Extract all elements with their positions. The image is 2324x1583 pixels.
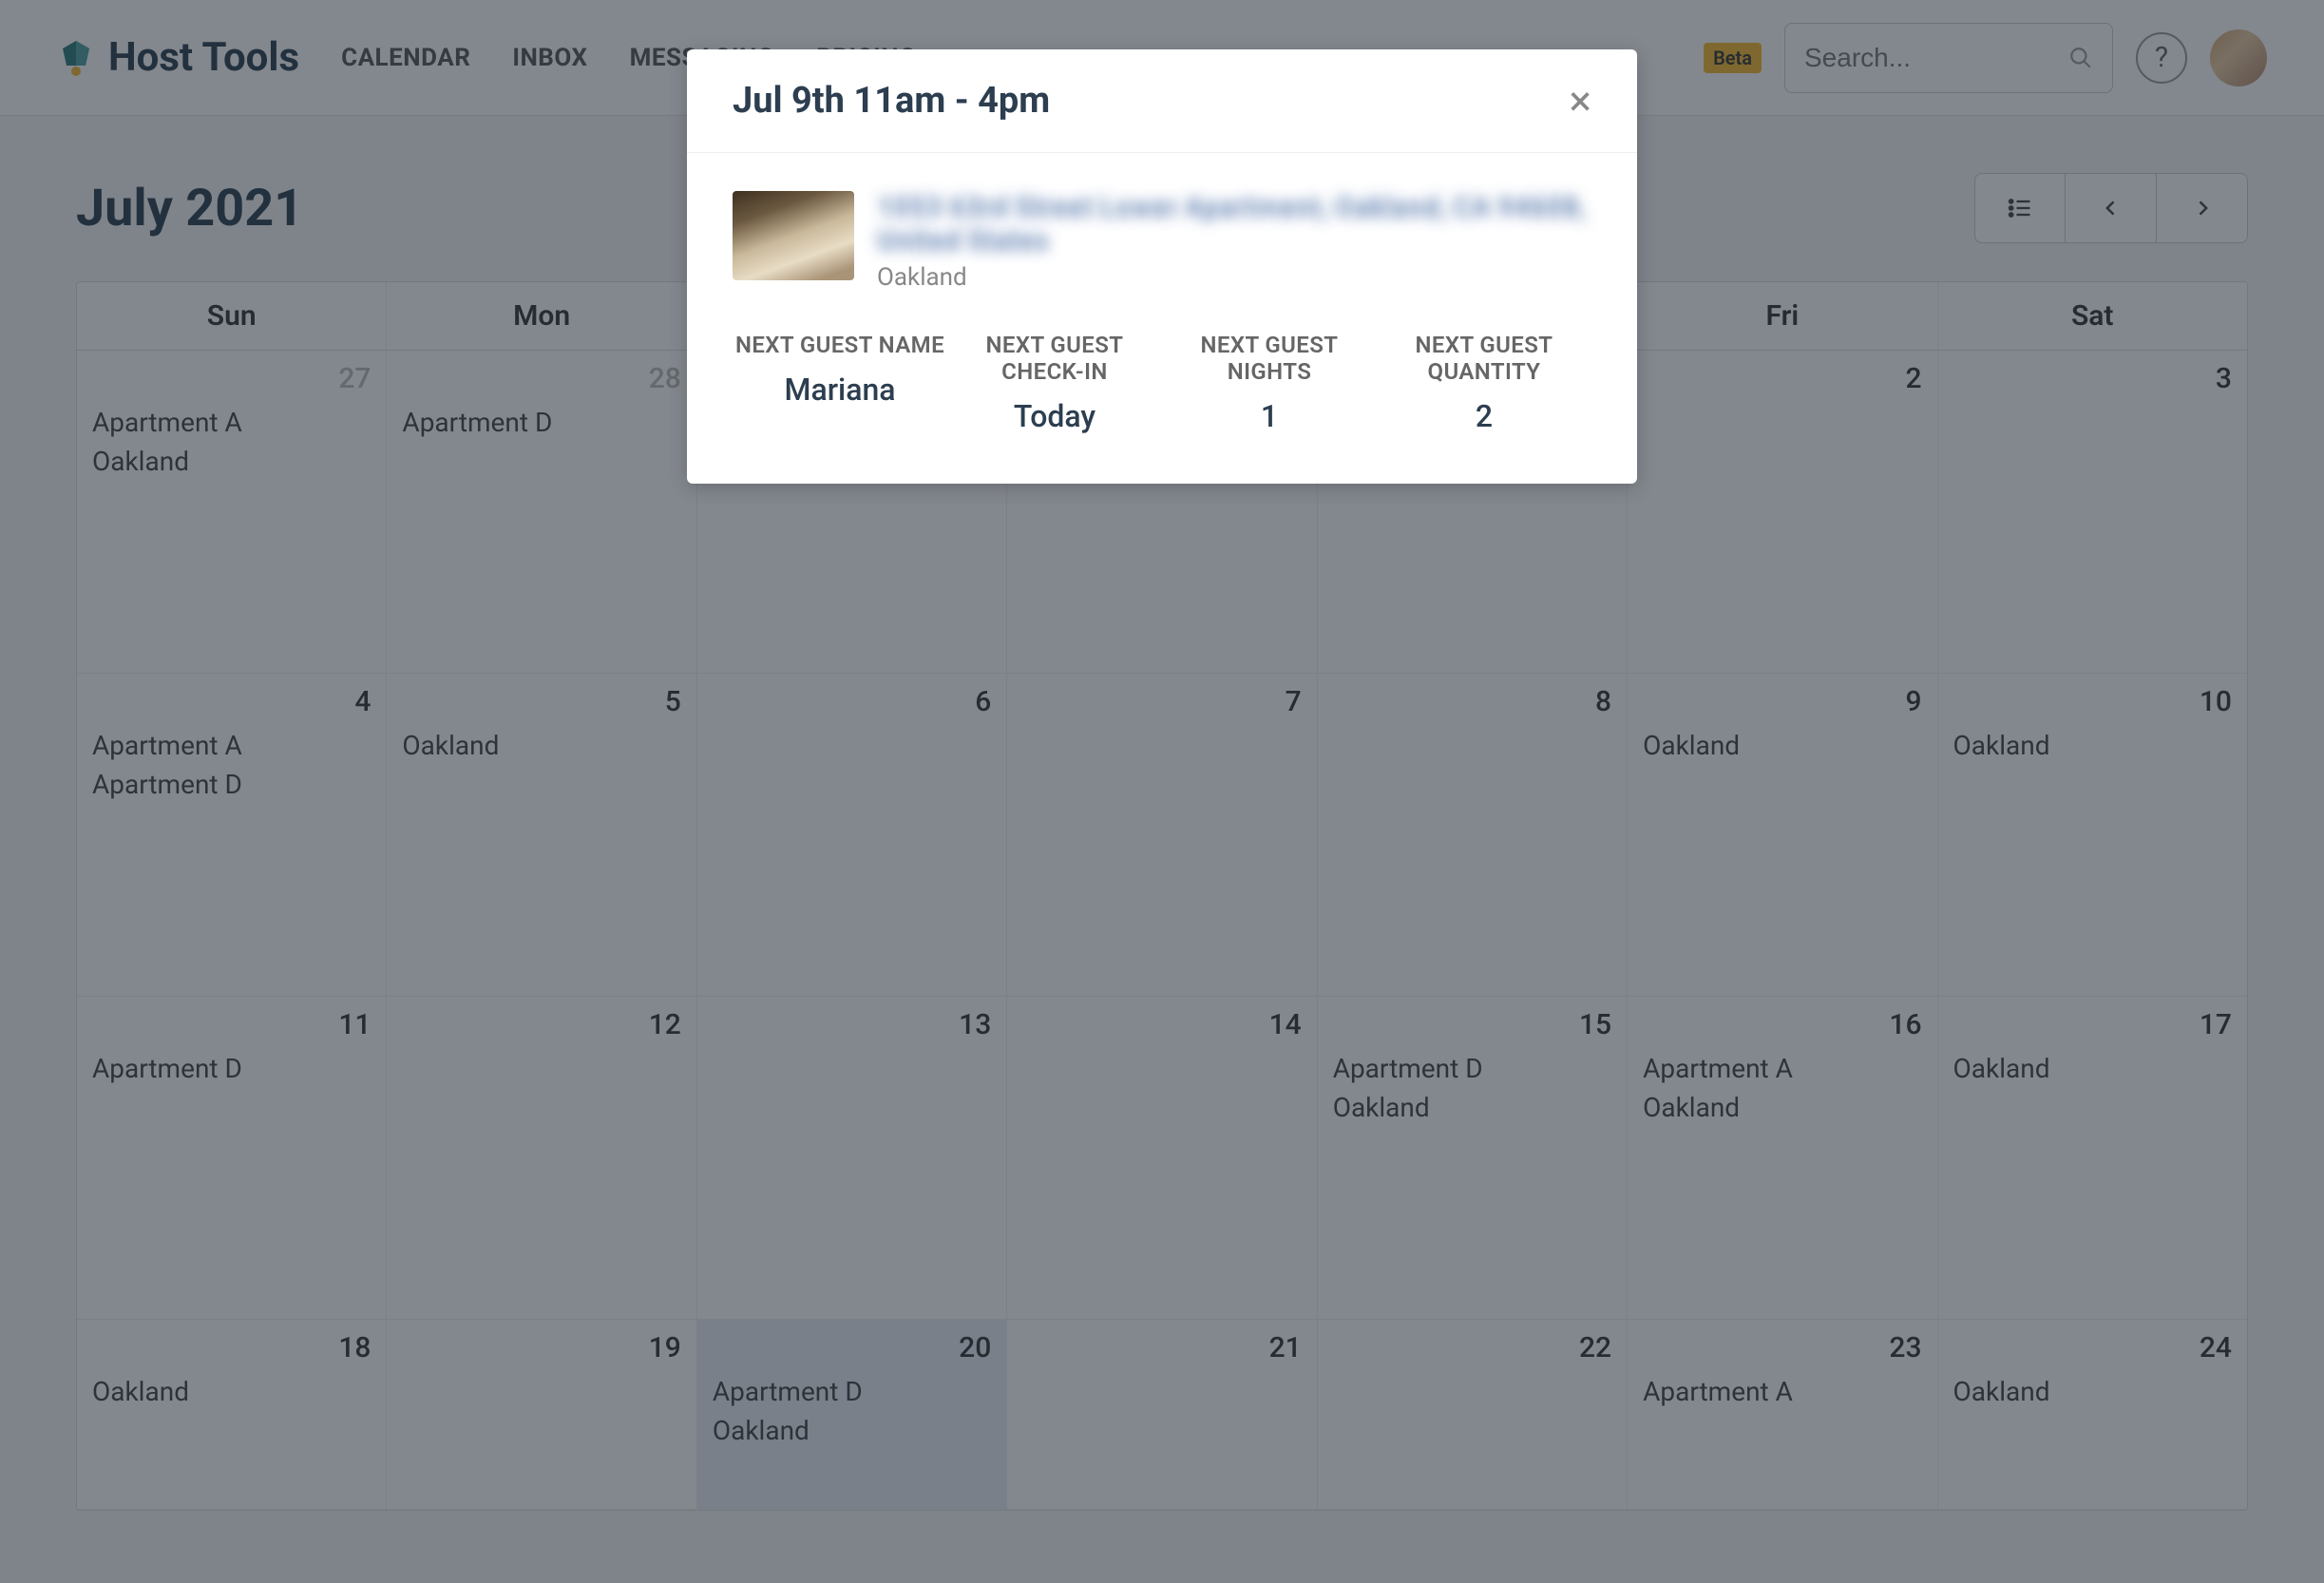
- listing-row: 1053 63rd Street Lower Apartment, Oaklan…: [733, 191, 1591, 292]
- guest-name-value: Mariana: [733, 372, 947, 408]
- guest-nights-label: NEXT GUEST NIGHTS: [1162, 332, 1377, 385]
- guest-checkin-label: NEXT GUEST CHECK-IN: [947, 332, 1162, 385]
- guest-grid: NEXT GUEST NAME Mariana NEXT GUEST CHECK…: [733, 332, 1591, 434]
- guest-checkin-col: NEXT GUEST CHECK-IN Today: [947, 332, 1162, 434]
- modal-title: Jul 9th 11am - 4pm: [733, 80, 1050, 122]
- guest-checkin-value: Today: [947, 398, 1162, 434]
- listing-thumbnail[interactable]: [733, 191, 854, 280]
- listing-city: Oakland: [877, 263, 1591, 292]
- listing-info: 1053 63rd Street Lower Apartment, Oaklan…: [877, 191, 1591, 292]
- listing-address-link[interactable]: 1053 63rd Street Lower Apartment, Oaklan…: [877, 191, 1591, 257]
- close-icon[interactable]: ×: [1570, 80, 1591, 122]
- guest-nights-col: NEXT GUEST NIGHTS 1: [1162, 332, 1377, 434]
- modal-body: 1053 63rd Street Lower Apartment, Oaklan…: [687, 153, 1637, 484]
- guest-qty-label: NEXT GUEST QUANTITY: [1377, 332, 1591, 385]
- guest-name-label: NEXT GUEST NAME: [733, 332, 947, 358]
- turnover-modal: Jul 9th 11am - 4pm × 1053 63rd Street Lo…: [687, 49, 1637, 484]
- modal-overlay[interactable]: Jul 9th 11am - 4pm × 1053 63rd Street Lo…: [0, 0, 2324, 1583]
- guest-nights-value: 1: [1162, 398, 1377, 434]
- guest-name-col: NEXT GUEST NAME Mariana: [733, 332, 947, 434]
- guest-qty-col: NEXT GUEST QUANTITY 2: [1377, 332, 1591, 434]
- modal-header: Jul 9th 11am - 4pm ×: [687, 49, 1637, 153]
- guest-qty-value: 2: [1377, 398, 1591, 434]
